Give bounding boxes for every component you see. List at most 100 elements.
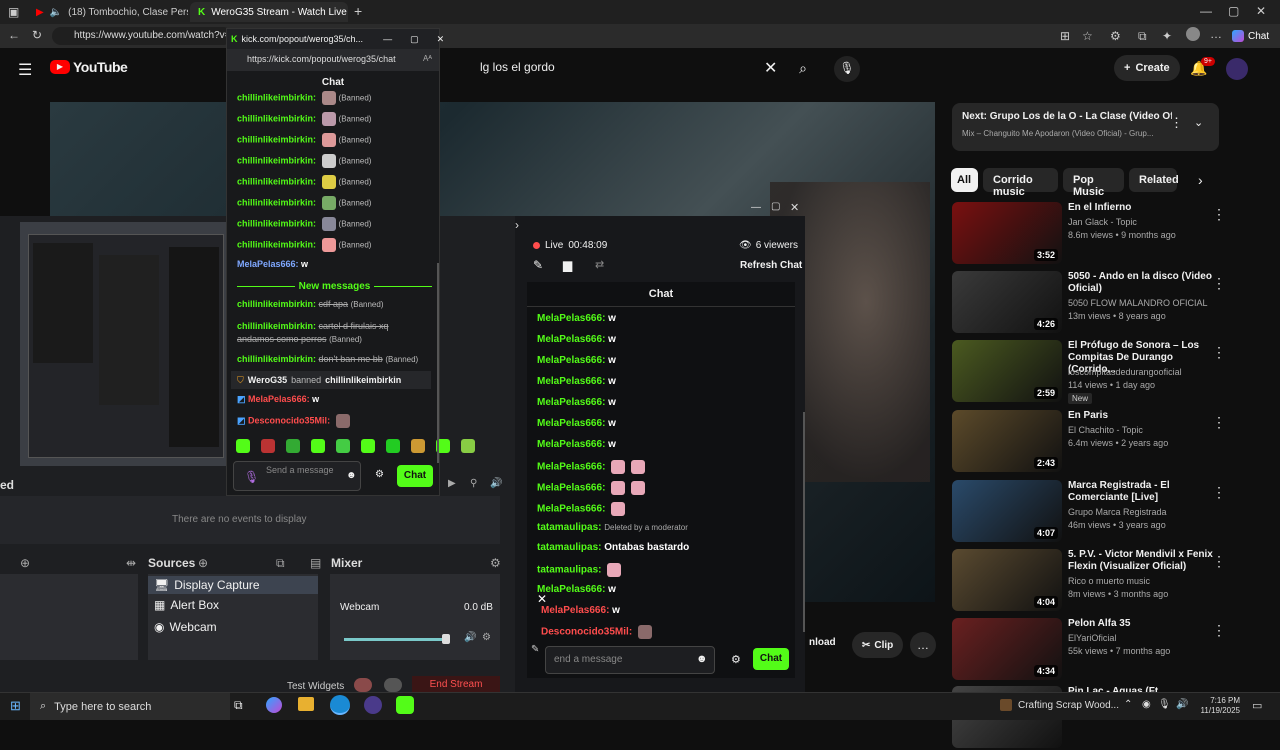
minimize-icon[interactable]: — xyxy=(751,202,761,213)
share-icon[interactable]: ⇄ xyxy=(595,258,604,271)
folder-icon[interactable]: ▤ xyxy=(310,556,321,570)
username[interactable]: MelaPelas666 xyxy=(537,397,602,408)
username[interactable]: tatamaulipas xyxy=(537,542,598,553)
username[interactable]: MelaPelas666 xyxy=(537,439,602,450)
favorite-icon[interactable]: ☆ xyxy=(1082,29,1093,43)
new-tab-icon[interactable]: + xyxy=(354,3,362,19)
search-input[interactable]: lg los el gordo xyxy=(440,56,786,80)
more-vert-icon[interactable]: ⋮ xyxy=(1212,484,1226,501)
account-avatar[interactable] xyxy=(1226,58,1248,80)
chip-pop-music[interactable]: Pop Music xyxy=(1063,168,1124,198)
chat-input[interactable]: end a message ☻ xyxy=(545,646,715,674)
add-source-icon[interactable]: ⊕ xyxy=(198,556,208,570)
more-vert-icon[interactable]: ⋮ xyxy=(1212,622,1226,639)
username[interactable]: MelaPelas666 xyxy=(537,483,602,494)
back-icon[interactable]: ← xyxy=(8,28,20,42)
more-vert-icon[interactable]: ⋮ xyxy=(1212,553,1226,570)
channel-name[interactable]: 5050 FLOW MALANDRO OFICIAL xyxy=(1068,298,1208,308)
refresh-icon[interactable]: ↻ xyxy=(32,28,42,42)
copilot-chat-button[interactable]: Chat xyxy=(1232,27,1269,45)
more-vert-icon[interactable]: ⋮ xyxy=(1170,115,1183,131)
maximize-icon[interactable]: ▢ xyxy=(410,34,419,45)
channel-name[interactable]: Rico o muerto music xyxy=(1068,576,1150,586)
read-aloud-icon[interactable]: Aᴬ xyxy=(423,54,432,63)
recommendation-item[interactable]: 4:26 5050 - Ando en la disco (Video Ofici… xyxy=(952,271,1252,335)
refresh-chat-button[interactable]: Refresh Chat xyxy=(740,260,802,271)
video-thumbnail[interactable]: 2:43 xyxy=(952,410,1062,472)
video-title[interactable]: En el Infierno xyxy=(1068,202,1213,214)
mic-icon[interactable]: 🎙 xyxy=(244,470,259,484)
video-title[interactable]: En Paris xyxy=(1068,410,1213,422)
history-icon[interactable] xyxy=(384,678,402,692)
username[interactable]: tatamaulipas xyxy=(537,522,598,533)
gear-icon[interactable]: ⚙ xyxy=(482,632,491,643)
username[interactable]: Desconocido35Mil xyxy=(248,415,327,425)
close-icon[interactable]: ✕ xyxy=(437,34,445,45)
username[interactable]: chillinlikeimbirkin xyxy=(237,176,313,186)
video-title[interactable]: 5050 - Ando en la disco (Video Oficial) xyxy=(1068,271,1213,295)
tab-actions-icon[interactable]: ▣ xyxy=(8,5,19,19)
username[interactable]: Desconocido35Mil xyxy=(541,627,629,638)
task-view-icon[interactable]: ⧉ xyxy=(234,698,243,713)
volume-icon[interactable]: 🔊 xyxy=(1176,699,1188,710)
emote-icon[interactable] xyxy=(311,439,325,453)
emote-icon[interactable] xyxy=(336,439,350,453)
username[interactable]: MelaPelas666 xyxy=(248,394,307,404)
emote-icon[interactable] xyxy=(361,439,375,453)
close-window-icon[interactable]: ✕ xyxy=(1256,4,1266,18)
recommendation-item[interactable]: 2:43 En Paris El Chachito - Topic 6.4m view… xyxy=(952,410,1252,474)
emote-icon[interactable] xyxy=(286,439,300,453)
username[interactable]: MelaPelas666 xyxy=(537,334,602,345)
video-thumbnail[interactable]: 3:52 xyxy=(952,202,1062,264)
emoji-icon[interactable]: ☻ xyxy=(696,653,708,665)
maximize-icon[interactable]: ▢ xyxy=(771,201,780,212)
username[interactable]: chillinlikeimbirkin xyxy=(237,113,313,123)
emote-icon[interactable] xyxy=(386,439,400,453)
profile-avatar[interactable] xyxy=(1186,27,1200,41)
edge-icon[interactable] xyxy=(330,695,350,715)
menu-icon[interactable]: ☰ xyxy=(18,60,32,80)
obs-preview[interactable] xyxy=(20,222,232,466)
notifications-icon[interactable]: ▭ xyxy=(1252,699,1262,712)
scrollbar[interactable] xyxy=(803,412,805,632)
username[interactable]: chillinlikeimbirkin xyxy=(237,239,313,249)
file-explorer-icon[interactable] xyxy=(298,697,314,711)
username[interactable]: MelaPelas666 xyxy=(237,259,296,269)
emote-icon[interactable] xyxy=(236,439,250,453)
add-scene-icon[interactable]: ⊕ xyxy=(20,556,30,570)
video-thumbnail[interactable]: 4:07 xyxy=(952,480,1062,542)
url-field[interactable]: https://www.youtube.com/watch?v= xyxy=(52,27,232,45)
split-icon[interactable]: ⧉ xyxy=(1138,29,1147,44)
chip-related[interactable]: Related xyxy=(1129,168,1179,192)
mod-target[interactable]: chillinlikeimbirkin xyxy=(325,375,401,385)
minimize-icon[interactable]: — xyxy=(1200,4,1212,18)
popout-url[interactable]: https://kick.com/popout/werog35/chat xyxy=(247,54,396,64)
copilot-icon[interactable] xyxy=(266,697,282,713)
pin-icon[interactable]: ⚲ xyxy=(470,478,477,489)
username[interactable]: chillinlikeimbirkin xyxy=(237,134,313,144)
recommendation-item[interactable]: 4:04 5. P.V. - Victor Mendivil x Fenix Fl… xyxy=(952,549,1252,613)
username[interactable]: chillinlikeimbirkin xyxy=(237,92,313,102)
send-chat-button[interactable]: Chat xyxy=(753,648,789,670)
username[interactable]: MelaPelas666 xyxy=(541,605,606,616)
username[interactable]: MelaPelas666 xyxy=(537,418,602,429)
more-vert-icon[interactable]: ⋮ xyxy=(1212,344,1226,361)
channel-name[interactable]: ElYariOficial xyxy=(1068,633,1116,643)
gear-icon[interactable]: ⚙ xyxy=(375,469,384,480)
popout-send-button[interactable]: Chat xyxy=(397,465,433,487)
mic-icon[interactable]: 🎙 xyxy=(834,56,860,82)
source-item[interactable]: 🖥 Display Capture xyxy=(148,576,318,594)
channel-name[interactable]: Grupo Marca Registrada xyxy=(1068,507,1167,517)
video-thumbnail[interactable]: 4:26 xyxy=(952,271,1062,333)
source-item[interactable]: ▦ Alert Box xyxy=(154,598,219,612)
more-vert-icon[interactable]: ⋮ xyxy=(1212,275,1226,292)
close-icon[interactable]: ✕ xyxy=(537,592,547,606)
recommendation-item[interactable]: 4:34 Pelon Alfa 35 ElYariOficial 55k views … xyxy=(952,618,1252,682)
chevron-down-icon[interactable]: ⌄ xyxy=(1194,116,1203,129)
username[interactable]: MelaPelas666 xyxy=(537,462,602,473)
youtube-logo[interactable]: ▶ YouTube xyxy=(50,59,128,75)
test-widgets-button[interactable]: Test Widgets xyxy=(287,681,344,692)
more-vert-icon[interactable]: ⋮ xyxy=(1212,206,1226,223)
video-title[interactable]: 5. P.V. - Victor Mendivil x Fenix Flexin… xyxy=(1068,549,1213,573)
username[interactable]: tatamaulipas xyxy=(537,565,598,576)
